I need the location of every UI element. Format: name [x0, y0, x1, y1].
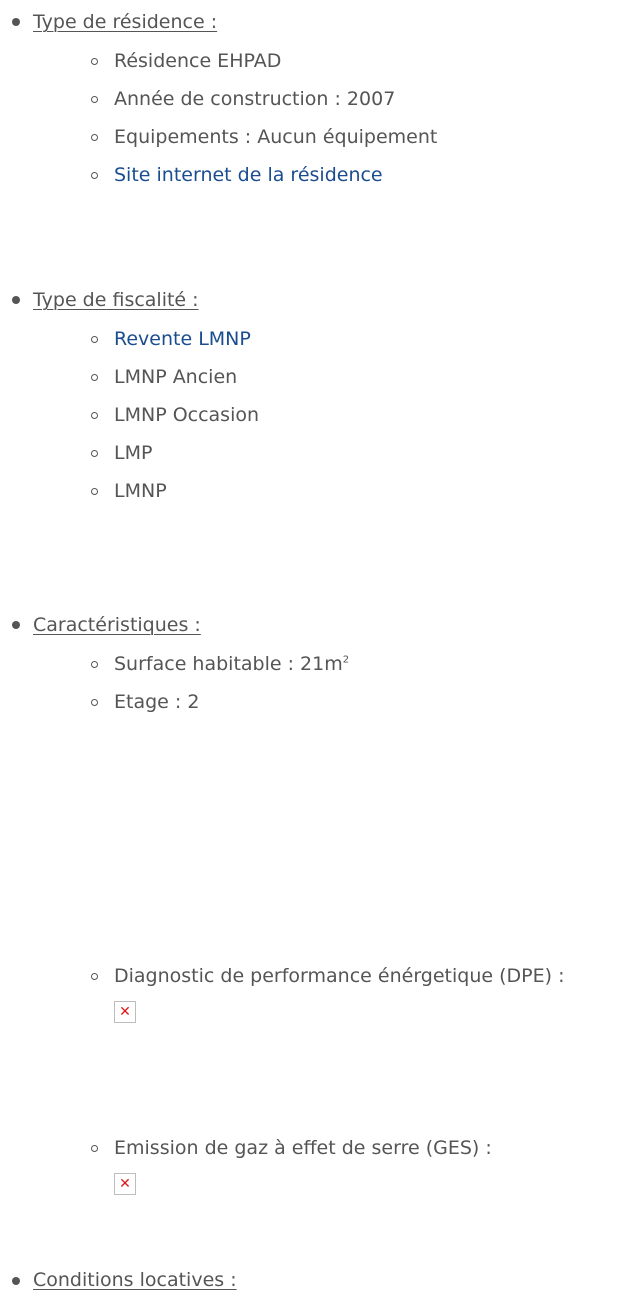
superscript: 2: [342, 654, 350, 666]
list-item: Année de construction : 2007: [114, 88, 396, 110]
close-icon: ✕: [119, 1176, 131, 1192]
dpe-broken-image-icon: ✕: [114, 1001, 136, 1023]
list-item: LMNP: [114, 480, 167, 502]
circle-bullet-icon: [91, 134, 98, 141]
circle-bullet-icon: [91, 1145, 98, 1152]
surface-label: Surface habitable : 21m: [114, 653, 343, 675]
list-item: Diagnostic de performance énérgetique (D…: [114, 965, 565, 987]
circle-bullet-icon: [91, 661, 98, 668]
section-heading-conditions: Conditions locatives :: [33, 1269, 237, 1291]
section-heading-fiscalite: Type de fiscalité :: [33, 289, 199, 311]
list-item: Equipements : Aucun équipement: [114, 126, 438, 148]
list-item: LMNP Ancien: [114, 366, 238, 388]
list-item: Emission de gaz à effet de serre (GES) :: [114, 1137, 492, 1159]
circle-bullet-icon: [91, 450, 98, 457]
list-item: Etage : 2: [114, 691, 200, 713]
bullet-icon: [12, 296, 20, 304]
circle-bullet-icon: [91, 374, 98, 381]
list-item: Résidence EHPAD: [114, 50, 282, 72]
ges-broken-image-icon: ✕: [114, 1173, 136, 1195]
list-item: LMNP Occasion: [114, 404, 260, 426]
list-item: Surface habitable : 21m2: [114, 652, 349, 676]
circle-bullet-icon: [91, 96, 98, 103]
residence-website-link[interactable]: Site internet de la résidence: [114, 163, 383, 187]
section-heading-residence: Type de résidence :: [33, 11, 218, 33]
list-item: LMP: [114, 442, 153, 464]
circle-bullet-icon: [91, 58, 98, 65]
circle-bullet-icon: [91, 336, 98, 343]
bullet-icon: [12, 18, 20, 26]
bullet-icon: [12, 1277, 20, 1285]
circle-bullet-icon: [91, 699, 98, 706]
section-heading-caracteristiques: Caractéristiques :: [33, 614, 201, 636]
circle-bullet-icon: [91, 172, 98, 179]
close-icon: ✕: [119, 1004, 131, 1020]
bullet-icon: [12, 621, 20, 629]
circle-bullet-icon: [91, 488, 98, 495]
revente-lmnp-link[interactable]: Revente LMNP: [114, 327, 251, 351]
circle-bullet-icon: [91, 412, 98, 419]
circle-bullet-icon: [91, 973, 98, 980]
